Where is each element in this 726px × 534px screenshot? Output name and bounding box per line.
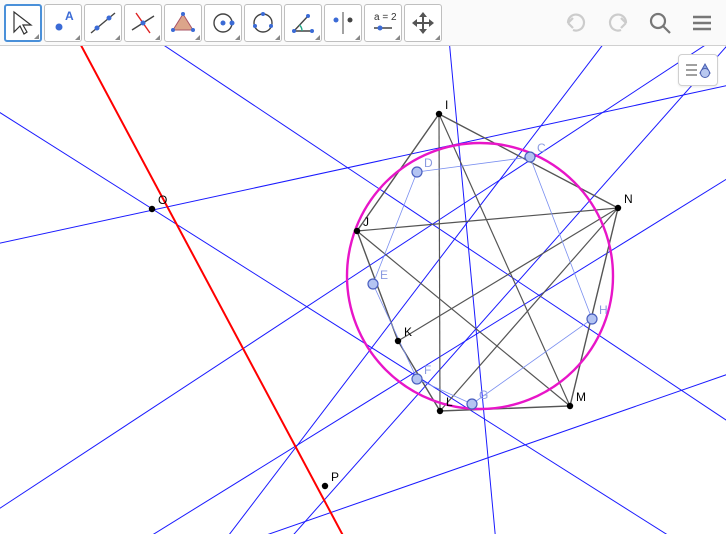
toolbar: A a = 2 [0,0,726,46]
label-C: C [537,141,546,155]
diagonal-IM[interactable] [439,114,570,406]
label-F: F [424,363,431,377]
red-line[interactable] [60,46,370,534]
point-N[interactable] [615,205,621,211]
point-K[interactable] [395,338,401,344]
style-bar-toggle[interactable] [678,54,718,86]
point-L[interactable] [437,408,443,414]
slider-label: a = 2 [374,12,397,23]
diagonal-KN[interactable] [398,208,618,341]
tool-move-view[interactable] [404,4,442,42]
graphics-view[interactable]: O P I J K L M N D C E F G H [0,46,726,534]
point-E[interactable] [368,279,378,289]
label-D: D [424,156,433,170]
diagonal-IL[interactable] [439,114,440,411]
label-G: G [479,388,488,402]
svg-text:A: A [65,9,74,23]
point-F[interactable] [412,374,422,384]
tool-reflect[interactable] [324,4,362,42]
label-J: J [363,215,369,229]
tool-perpendicular-line[interactable] [124,4,162,42]
tool-move[interactable] [4,4,42,42]
blue-line-2[interactable] [90,46,726,456]
label-L: L [446,395,453,409]
blue-line-0[interactable] [0,46,726,534]
label-M: M [576,390,586,404]
point-P[interactable] [322,483,328,489]
label-H: H [599,303,608,317]
label-O: O [158,193,167,207]
inscribed-hexagon[interactable] [373,157,592,404]
tool-line[interactable] [84,4,122,42]
blue-line-1[interactable] [0,81,726,534]
point-J[interactable] [354,228,360,234]
tool-slider[interactable]: a = 2 [364,4,402,42]
tool-polygon[interactable] [164,4,202,42]
point-D[interactable] [412,167,422,177]
point-O[interactable] [149,206,155,212]
label-P: P [331,470,339,484]
point-H[interactable] [587,314,597,324]
redo-button[interactable] [598,3,638,43]
tool-circle-center[interactable] [204,4,242,42]
point-C[interactable] [525,152,535,162]
diagonal-JN[interactable] [357,208,618,231]
point-M[interactable] [567,403,573,409]
diagonal-LN[interactable] [440,208,618,411]
label-E: E [380,268,388,282]
undo-button[interactable] [556,3,596,43]
search-button[interactable] [640,3,680,43]
blue-line-6[interactable] [248,46,726,534]
construction-canvas[interactable]: O P I J K L M N D C E F G H [0,46,726,534]
menu-button[interactable] [682,3,722,43]
tool-angle[interactable] [284,4,322,42]
label-N: N [624,192,633,206]
point-G[interactable] [467,399,477,409]
label-I: I [445,98,448,112]
point-I[interactable] [436,111,442,117]
blue-line-7[interactable] [445,46,500,534]
label-K: K [404,325,412,339]
tool-point[interactable]: A [44,4,82,42]
tool-circle-3pts[interactable] [244,4,282,42]
